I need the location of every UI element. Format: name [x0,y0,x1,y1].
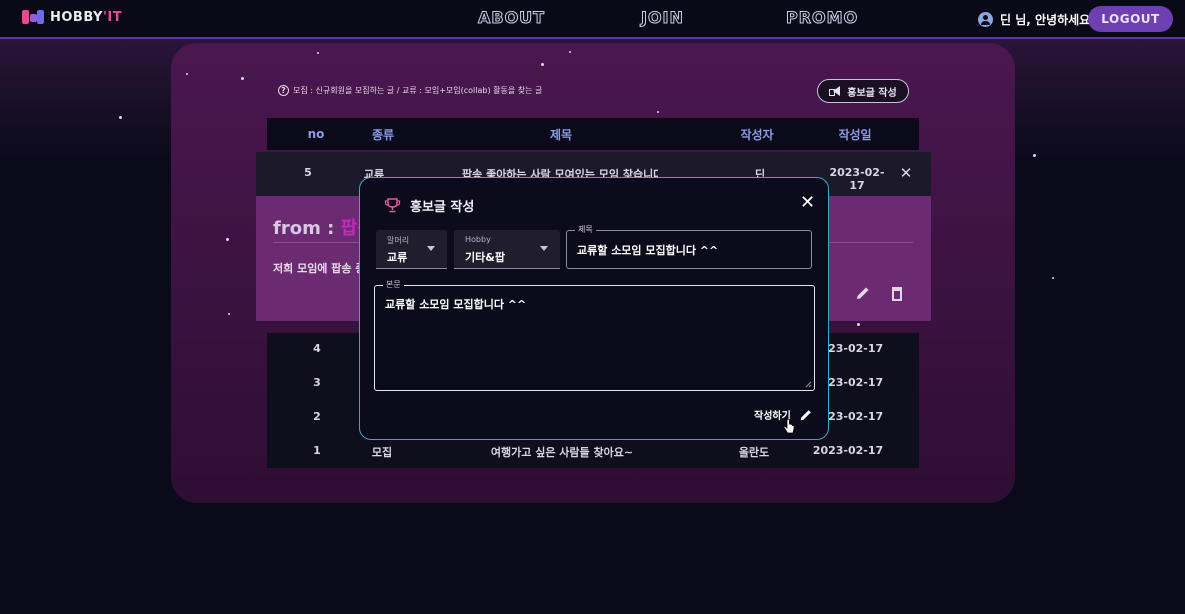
trophy-icon [384,198,401,213]
body-field[interactable]: 본문 교류할 소모임 모집합니다 ^^ [374,279,815,391]
pencil-icon [800,409,811,420]
row-no: 5 [304,166,312,179]
title-field[interactable]: 제목 교류할 소모임 모집합니다 ^^ [566,224,812,269]
title-field-label: 제목 [575,224,596,235]
body-field-label: 본문 [383,279,404,290]
hobby-select-label: Hobby [465,235,491,244]
col-type: 종류 [371,127,395,142]
row-no: 3 [313,376,321,389]
nav-join[interactable]: JOIN [641,8,684,28]
col-author: 작성자 [740,127,774,142]
promo-write-modal: 홍보글 작성 ✕ 말머리 교류 Hobby 기타&팝 제목 교류할 소모임 모집… [359,177,829,440]
resize-handle-icon[interactable] [805,381,812,388]
post-body: 저희 모임에 팝송 종 [273,262,366,275]
col-no: no [307,127,325,141]
chevron-down-icon [427,246,435,251]
table-header: no 종류 제목 작성자 작성일 [267,118,919,150]
row-no: 4 [313,342,321,355]
nav-promo[interactable]: PROMO [785,8,858,28]
row-no: 1 [313,444,321,457]
nav-about[interactable]: ABOUT [477,8,545,28]
row-date: 2023-02-17 [812,444,884,457]
edit-icon[interactable] [855,285,871,301]
col-date: 작성일 [838,127,872,142]
col-title: 제목 [549,127,573,142]
hobby-select[interactable]: Hobby 기타&팝 [454,230,560,269]
write-promo-button[interactable]: 홍보글 작성 [817,79,909,103]
header-select-label: 말머리 [387,236,410,245]
modal-title: 홍보글 작성 [384,196,474,215]
logout-button[interactable]: LOGOUT [1088,6,1173,32]
table-row[interactable]: 1 모집 여행가고 싶은 사람들 찾아요~ 올란도 2023-02-17 [267,435,919,469]
row-type: 모집 [371,446,393,459]
hobby-select-value: 기타&팝 [465,251,505,264]
row-date: 2023-02-17 [829,166,885,192]
modal-close-icon[interactable]: ✕ [800,192,815,213]
megaphone-icon [829,86,841,96]
row-close-icon[interactable]: ✕ [898,164,914,182]
user-icon [978,12,993,27]
logo-icon [22,9,44,25]
body-field-value: 교류할 소모임 모집합니다 ^^ [385,298,527,311]
logo[interactable]: HOBBY'IT [22,9,122,25]
modal-title-text: 홍보글 작성 [410,200,475,215]
board-notice: ? 모집 : 신규회원을 모집하는 글 / 교류 : 모임+모임(collab)… [278,85,542,96]
row-author: 올란도 [738,446,770,459]
header-select-value: 교류 [387,251,408,264]
row-no: 2 [313,410,321,423]
write-promo-label: 홍보글 작성 [847,87,897,99]
title-field-value: 교류할 소모임 모집합니다 ^^ [577,244,719,257]
greeting-text: 딘 님, 안녕하세요! [1000,13,1096,27]
header-select[interactable]: 말머리 교류 [376,230,447,269]
trash-icon[interactable] [889,285,905,301]
hand-cursor-icon [783,419,795,434]
chevron-down-icon [540,246,548,251]
top-header: HOBBY'IT ABOUT JOIN PROMO 딘 님, 안녕하세요! LO… [0,0,1185,39]
row-title: 여행가고 싶은 사람들 찾아요~ [490,446,634,459]
user-greeting: 딘 님, 안녕하세요! [978,11,1096,28]
notice-text: 모집 : 신규회원을 모집하는 글 / 교류 : 모임+모임(collab) 활… [293,86,543,95]
question-icon: ? [278,85,289,96]
logo-text: HOBBY'IT [50,9,123,25]
